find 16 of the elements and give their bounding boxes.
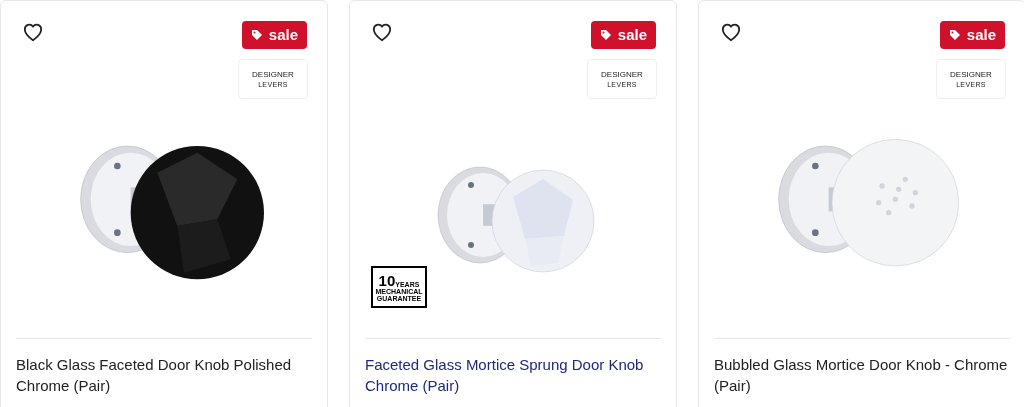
sale-label: sale — [617, 24, 647, 45]
price-tag-icon — [948, 29, 961, 41]
brand-name: DESIGNER — [950, 70, 992, 79]
product-title-link[interactable]: Black Glass Faceted Door Knob Polished Chrome (Pair) — [1, 339, 327, 396]
wishlist-heart-icon[interactable] — [371, 22, 393, 42]
brand-name: DESIGNER — [252, 70, 294, 79]
brand-name: DESIGNER — [601, 70, 643, 79]
guarantee-years-number: 10 — [378, 272, 396, 288]
sale-label: sale — [966, 24, 996, 45]
product-title-link[interactable]: Faceted Glass Mortice Sprung Door Knob Chrome (Pair) — [350, 339, 676, 396]
sale-label: sale — [268, 24, 298, 45]
price-tag-icon — [250, 29, 263, 41]
wishlist-heart-icon[interactable] — [22, 22, 44, 42]
wishlist-heart-icon[interactable] — [720, 22, 742, 42]
product-title-link[interactable]: Bubbled Glass Mortice Door Knob - Chrome (Pair) — [699, 339, 1024, 396]
price-tag-icon — [599, 29, 612, 41]
